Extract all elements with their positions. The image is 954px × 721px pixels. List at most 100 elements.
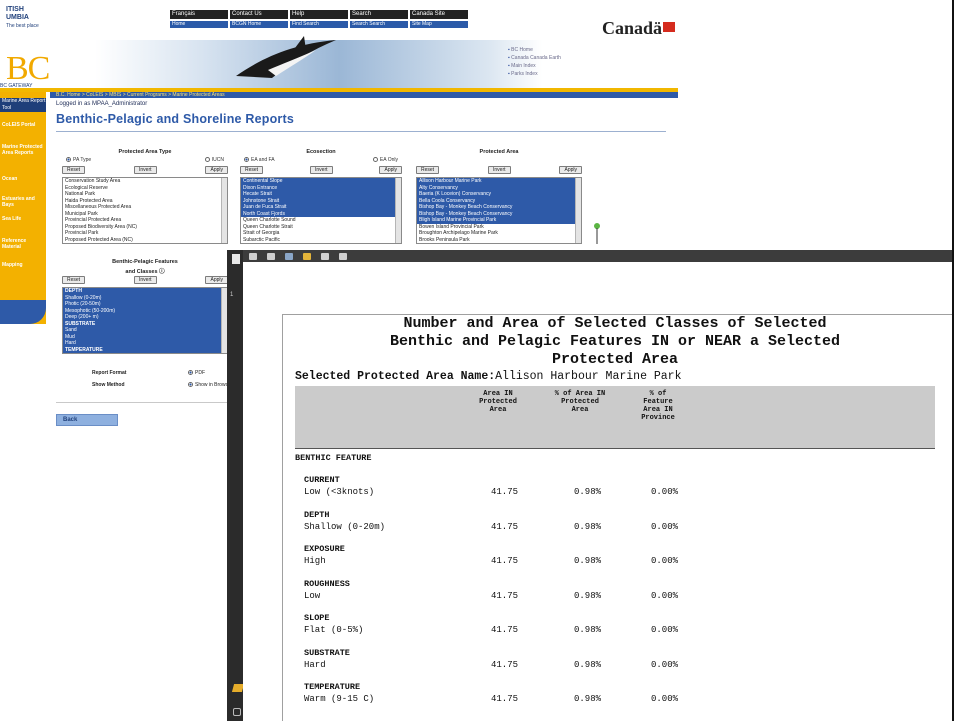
features-heading: Benthic-Pelagic Features xyxy=(112,259,178,265)
help-icon[interactable]: ⓘ xyxy=(159,269,165,275)
table-row: Low 41.75 0.98% 0.00% xyxy=(295,591,935,602)
show-method-radio[interactable]: Show in Browser xyxy=(188,382,233,388)
pages-icon[interactable] xyxy=(232,254,240,264)
radio-label: PA Type xyxy=(73,157,92,163)
pa-type-panel: Protected Area Type PA Type IUCN Reset I… xyxy=(62,149,228,244)
ea-fa-radio[interactable]: EA and FA xyxy=(244,157,275,165)
reset-button[interactable]: Reset xyxy=(62,166,86,174)
pct-province-cell: 0.00% xyxy=(651,556,679,566)
fed-nav2-item[interactable]: Home xyxy=(170,21,228,28)
report-title-line: Number and Area of Selected Classes of S… xyxy=(403,315,827,332)
pa-type-heading: Protected Area Type xyxy=(118,149,172,155)
col-area-in-pa: Area IN Protected Area xyxy=(465,390,531,414)
highlight-icon[interactable] xyxy=(303,252,311,260)
invert-button[interactable]: Invert xyxy=(488,166,511,174)
pct-province-cell: 0.00% xyxy=(651,694,679,704)
quick-links: BC Home Canada Canada Earth Main Index P… xyxy=(508,46,561,78)
ecosection-panel: Ecosection EA and FA EA Only Reset Inver… xyxy=(240,149,402,244)
quick-link[interactable]: Main Index xyxy=(508,62,561,70)
table-header: Area IN Protected Area % of Area IN Prot… xyxy=(295,386,935,448)
fed-nav-canada-site[interactable]: Canada Site xyxy=(410,10,468,19)
left-nav-item-portal[interactable]: CoLEIS Portal xyxy=(2,122,46,128)
fed-nav-help[interactable]: Help xyxy=(290,10,348,19)
class-cell: Warm (9-15 C) xyxy=(304,694,375,704)
selected-area-label: Selected Protected Area Name: xyxy=(295,370,496,383)
reset-button[interactable]: Reset xyxy=(240,166,264,174)
invert-button[interactable]: Invert xyxy=(134,276,157,284)
list-option[interactable]: Subarctic Pacific xyxy=(241,237,401,244)
attachment-icon[interactable] xyxy=(233,708,241,716)
left-nav-item-ocean[interactable]: Ocean xyxy=(2,176,46,182)
area-cell: 41.75 xyxy=(491,694,519,704)
invert-button[interactable]: Invert xyxy=(134,166,157,174)
pdf-canvas[interactable]: Number and Area of Selected Classes of S… xyxy=(243,262,954,721)
list-option[interactable]: TEMPERATURE xyxy=(63,346,227,353)
invert-button[interactable]: Invert xyxy=(310,166,333,174)
pa-type-listbox[interactable]: Conservation Study Area Ecological Reserv… xyxy=(62,177,228,244)
save-icon[interactable] xyxy=(249,252,257,260)
apply-button[interactable]: Apply xyxy=(205,166,228,174)
page-up-icon[interactable] xyxy=(321,252,329,260)
fed-nav-francais[interactable]: Français xyxy=(170,10,228,19)
scrollbar[interactable] xyxy=(221,178,227,243)
fed-nav2-item[interactable]: Find Search xyxy=(290,21,348,28)
pct-province-cell: 0.00% xyxy=(651,521,679,532)
fed-nav2-item[interactable]: BCGN Home xyxy=(230,21,288,28)
iucn-radio[interactable]: IUCN xyxy=(204,157,224,165)
breadcrumb[interactable]: B.C. Home > CoLEIS > MBIS > Current Prog… xyxy=(50,92,678,98)
back-button[interactable]: Back xyxy=(56,414,118,426)
left-nav-item-mapping[interactable]: Mapping xyxy=(2,262,46,268)
feature-group-label: DEPTH xyxy=(304,509,330,520)
ea-only-radio[interactable]: EA Only xyxy=(372,157,398,165)
pct-pa-cell: 0.98% xyxy=(574,659,602,670)
email-icon[interactable] xyxy=(285,252,293,260)
page-down-icon[interactable] xyxy=(339,252,347,260)
quick-link[interactable]: Parks Index xyxy=(508,70,561,78)
table-row: Warm (9-15 C) 41.75 0.98% 0.00% xyxy=(295,694,935,705)
wordmark-line: The best place xyxy=(6,23,39,29)
quick-link[interactable]: Canada Canada Earth xyxy=(508,54,561,62)
print-icon[interactable] xyxy=(267,252,275,260)
section-heading: BENTHIC FEATURE xyxy=(295,453,372,463)
fed-nav-contact[interactable]: Contact Us xyxy=(230,10,288,19)
features-listbox[interactable]: DEPTH Shallow (0-20m) Photic (20-50m) Mesop… xyxy=(62,287,228,354)
left-nav-item-sealife[interactable]: Sea Life xyxy=(2,216,46,222)
left-nav: Marine Area Report Tool CoLEIS Portal Ma… xyxy=(0,92,46,324)
bc-gov-wordmark[interactable]: ITISH UMBIA The best place xyxy=(6,6,66,30)
class-cell: Hard xyxy=(304,659,326,670)
left-nav-item-reports[interactable]: Marine Protected Area Reports xyxy=(2,144,46,156)
federal-nav: Français Contact Us Help Search Canada S… xyxy=(170,10,468,19)
class-cell: Flat (0-5%) xyxy=(304,625,364,635)
report-format-radio[interactable]: PDF xyxy=(188,370,205,376)
page-border xyxy=(282,314,283,721)
apply-button[interactable]: Apply xyxy=(559,166,582,174)
area-cell: 41.75 xyxy=(491,487,519,497)
fed-nav2-item[interactable]: Site Map xyxy=(410,21,468,28)
scrollbar[interactable] xyxy=(395,178,401,243)
left-nav-item-reference[interactable]: Reference Material xyxy=(2,238,46,250)
left-nav-item-estuaries[interactable]: Estuaries and Bays xyxy=(2,196,46,208)
protected-area-listbox[interactable]: Allison Harbour Marine Park Alty Conserva… xyxy=(416,177,582,244)
reset-button[interactable]: Reset xyxy=(416,166,440,174)
header-divider xyxy=(295,448,935,449)
reset-button[interactable]: Reset xyxy=(62,276,86,284)
list-option[interactable]: Proposed Protected Area (NC) xyxy=(63,237,227,244)
pdf-viewer: 1 Number and Area of Selected Classes of… xyxy=(227,250,954,721)
col-header-line: Protected xyxy=(561,398,599,406)
feature-group-label: EXPOSURE xyxy=(304,544,345,554)
fed-nav-search[interactable]: Search xyxy=(350,10,408,19)
apply-button[interactable]: Apply xyxy=(379,166,402,174)
quick-link[interactable]: BC Home xyxy=(508,46,561,54)
feature-group-label: ROUGHNESS xyxy=(304,578,350,589)
pa-type-radio[interactable]: PA Type xyxy=(66,157,91,165)
list-option[interactable]: Brooks Peninsula Park xyxy=(417,237,581,244)
pct-pa-cell: 0.98% xyxy=(574,694,602,704)
feature-group-label: CURRENT xyxy=(304,475,340,485)
fed-nav2-item[interactable]: Search Search xyxy=(350,21,408,28)
apply-button[interactable]: Apply xyxy=(205,276,228,284)
ecosection-listbox[interactable]: Continental Slope Dixon Entrance Hecate St… xyxy=(240,177,402,244)
col-pct-area-in-pa: % of Area IN Protected Area xyxy=(541,390,619,414)
scrollbar[interactable] xyxy=(575,178,581,243)
wordmark-line: UMBIA xyxy=(6,14,29,21)
col-header-line: Feature xyxy=(643,398,673,406)
